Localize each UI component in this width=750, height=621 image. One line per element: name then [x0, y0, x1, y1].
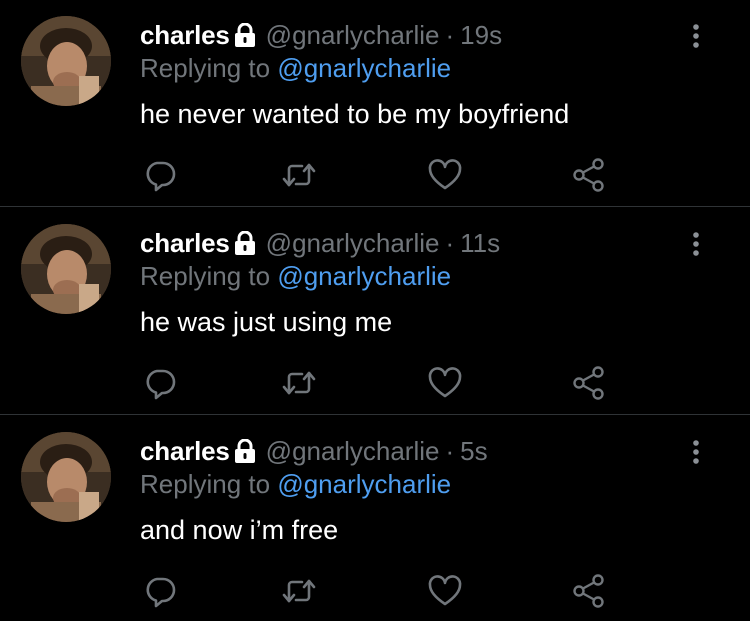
retweet-icon[interactable] — [279, 363, 319, 403]
lock-icon — [234, 437, 256, 471]
heart-icon[interactable] — [425, 571, 465, 611]
user-handle[interactable]: @gnarlycharlie — [266, 20, 440, 50]
tweet-text: he was just using me — [140, 307, 393, 337]
timestamp[interactable]: 5s — [460, 436, 487, 466]
tweet-actions — [0, 363, 750, 403]
heart-icon[interactable] — [425, 363, 465, 403]
more-vertical-icon[interactable] — [684, 438, 708, 468]
display-name[interactable]: charles — [140, 436, 230, 466]
more-vertical-icon[interactable] — [684, 230, 708, 260]
timestamp[interactable]: 11s — [460, 228, 500, 258]
replying-to-link[interactable]: @gnarlycharlie — [277, 261, 451, 291]
retweet-icon[interactable] — [279, 155, 319, 195]
tweet-header: charles @gnarlycharlie · 5s — [140, 434, 488, 468]
display-name[interactable]: charles — [140, 228, 230, 258]
reply-icon[interactable] — [140, 571, 180, 611]
divider — [0, 414, 750, 415]
tweet-header: charles @gnarlycharlie · 11s — [140, 226, 500, 260]
tweet[interactable]: charles @gnarlycharlie · 5s Replying to @gn… — [0, 416, 750, 621]
reply-icon[interactable] — [140, 363, 180, 403]
user-handle[interactable]: @gnarlycharlie — [266, 228, 440, 258]
replying-to: Replying to @gnarlycharlie — [140, 259, 451, 293]
avatar[interactable] — [21, 432, 111, 522]
replying-prefix: Replying to — [140, 469, 271, 499]
user-handle[interactable]: @gnarlycharlie — [266, 436, 440, 466]
separator: · — [445, 228, 455, 258]
avatar[interactable] — [21, 16, 111, 106]
heart-icon[interactable] — [425, 155, 465, 195]
replying-to: Replying to @gnarlycharlie — [140, 51, 451, 85]
reply-icon[interactable] — [140, 155, 180, 195]
share-icon[interactable] — [569, 363, 609, 403]
replying-to: Replying to @gnarlycharlie — [140, 467, 451, 501]
display-name[interactable]: charles — [140, 20, 230, 50]
replying-prefix: Replying to — [140, 261, 271, 291]
replying-prefix: Replying to — [140, 53, 271, 83]
avatar[interactable] — [21, 224, 111, 314]
tweet-text: and now i’m free — [140, 515, 339, 545]
lock-icon — [234, 21, 256, 55]
lock-icon — [234, 229, 256, 263]
more-vertical-icon[interactable] — [684, 22, 708, 52]
separator: · — [445, 20, 455, 50]
replying-to-link[interactable]: @gnarlycharlie — [277, 53, 451, 83]
tweet-actions — [0, 571, 750, 611]
divider — [0, 206, 750, 207]
tweet[interactable]: charles @gnarlycharlie · 19s Replying to @g… — [0, 0, 750, 205]
tweet[interactable]: charles @gnarlycharlie · 11s Replying to @g… — [0, 208, 750, 413]
retweet-icon[interactable] — [279, 571, 319, 611]
separator: · — [445, 436, 455, 466]
tweet-header: charles @gnarlycharlie · 19s — [140, 18, 502, 52]
timestamp[interactable]: 19s — [460, 20, 502, 50]
share-icon[interactable] — [569, 571, 609, 611]
tweet-actions — [0, 155, 750, 195]
tweet-text: he never wanted to be my boyfriend — [140, 99, 570, 129]
replying-to-link[interactable]: @gnarlycharlie — [277, 469, 451, 499]
share-icon[interactable] — [569, 155, 609, 195]
